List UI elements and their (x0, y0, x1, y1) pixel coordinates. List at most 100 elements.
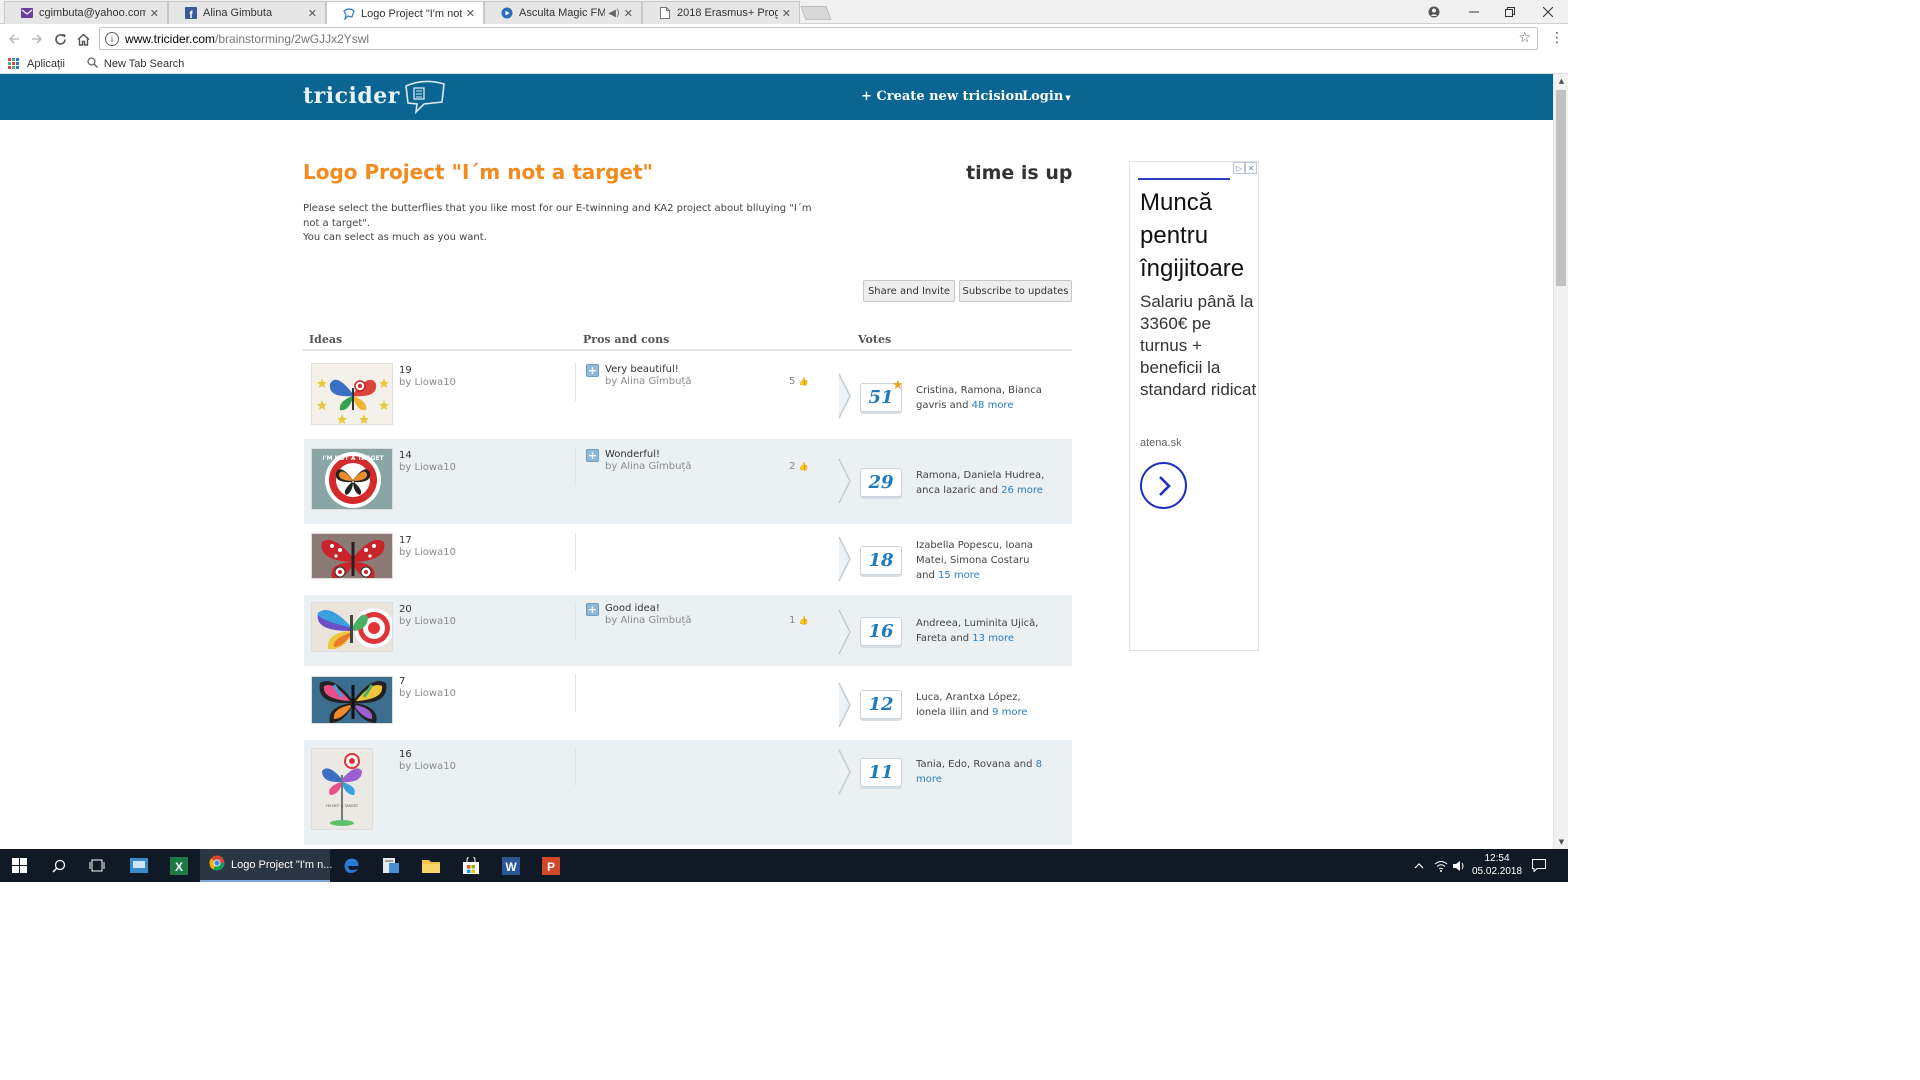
ad-close-icon[interactable]: ✕ (1245, 162, 1257, 174)
file-manager-icon[interactable] (120, 849, 158, 882)
tab-yahoo-mail[interactable]: cgimbuta@yahoo.com - ✕ (4, 1, 168, 24)
idea-author[interactable]: by Liowa10 (399, 761, 456, 772)
pro-author[interactable]: by Alina Gîmbuță (605, 376, 692, 387)
tab-facebook[interactable]: f Alina Gimbuta ✕ (168, 1, 326, 24)
close-icon[interactable]: ✕ (782, 7, 791, 20)
ad-body[interactable]: Salariu până la 3360€ pe turnus + benefi… (1140, 291, 1258, 401)
more-voters-link[interactable]: 13 more (972, 633, 1014, 644)
more-voters-link[interactable]: 15 more (938, 570, 980, 581)
share-invite-button[interactable]: Share and Invite (863, 280, 955, 302)
close-window-icon[interactable] (1528, 2, 1568, 22)
idea-thumbnail[interactable] (311, 363, 393, 425)
powerpoint-icon[interactable]: P (532, 849, 570, 882)
speaker-icon[interactable] (1452, 849, 1468, 882)
pro-author[interactable]: by Alina Gîmbuță (605, 615, 692, 626)
new-tab-button[interactable] (800, 6, 832, 20)
home-icon[interactable] (73, 29, 93, 49)
idea-author[interactable]: by Liowa10 (399, 462, 456, 473)
tricider-logo[interactable]: tricider (303, 80, 446, 115)
more-voters-link[interactable]: 48 more (972, 400, 1014, 411)
forward-arrow-icon[interactable] (27, 29, 47, 49)
vote-count-button[interactable]: 18 (860, 546, 902, 575)
back-arrow-icon[interactable] (4, 29, 24, 49)
pro-like-count[interactable]: 5 👍 (789, 376, 809, 387)
folder-icon[interactable] (412, 849, 450, 882)
scroll-up-arrow-icon[interactable]: ▲ (1554, 74, 1569, 88)
tab-magic-fm[interactable]: Asculta Magic FM ON ◀) ✕ (484, 1, 642, 24)
chevron-right-icon[interactable] (1140, 462, 1187, 509)
address-bar[interactable]: i www.tricider.com/brainstorming/2wGJJx2… (99, 27, 1538, 50)
idea-thumbnail[interactable]: I'M NOT A TARGET (311, 448, 393, 510)
browser-menu-icon[interactable]: ⋮ (1550, 29, 1564, 47)
close-icon[interactable]: ✕ (308, 7, 317, 20)
pro-author[interactable]: by Alina Gîmbuță (605, 461, 692, 472)
scroll-down-arrow-icon[interactable]: ▼ (1554, 835, 1569, 849)
profile-icon[interactable] (1414, 2, 1454, 22)
idea-author[interactable]: by Liowa10 (399, 616, 456, 627)
close-icon[interactable]: ✕ (624, 7, 633, 20)
windows-start-icon[interactable] (0, 849, 38, 882)
pro-like-count[interactable]: 1 👍 (789, 615, 809, 626)
login-menu[interactable]: Login ▼ (1022, 89, 1071, 104)
create-tricision-link[interactable]: + Create new tricision (861, 89, 1024, 104)
ad-headline[interactable]: Muncă pentru îngijitoare (1140, 186, 1258, 285)
idea-author[interactable]: by Liowa10 (399, 688, 456, 699)
more-voters-link[interactable]: 26 more (1001, 485, 1043, 496)
tasks-app-icon[interactable] (372, 849, 410, 882)
idea-number[interactable]: 14 (399, 450, 412, 461)
wifi-icon[interactable] (1434, 849, 1450, 882)
apps-grid-icon (8, 58, 19, 69)
bookmark-new-tab-search[interactable]: New Tab Search (73, 56, 184, 71)
store-icon[interactable] (452, 849, 490, 882)
tab-tricider[interactable]: Logo Project "I'm not a t ✕ (326, 1, 484, 25)
taskbar-chrome-window[interactable]: Logo Project "I'm n... (200, 849, 332, 882)
idea-author[interactable]: by Liowa10 (399, 547, 456, 558)
idea-author[interactable]: by Liowa10 (399, 377, 456, 388)
reload-icon[interactable] (50, 29, 70, 49)
idea-thumbnail[interactable] (311, 602, 393, 652)
ad-choices[interactable]: ▷ ✕ (1233, 162, 1257, 174)
advertisement[interactable]: ▷ ✕ Muncă pentru îngijitoare Salariu pân… (1129, 161, 1259, 651)
tab-erasmus[interactable]: 2018 Erasmus+ Program ✕ (642, 1, 800, 24)
close-icon[interactable]: ✕ (150, 7, 159, 20)
task-view-icon[interactable] (78, 849, 116, 882)
vote-count-button[interactable]: 16 (860, 617, 902, 646)
ad-info-icon[interactable]: ▷ (1233, 162, 1245, 174)
idea-thumbnail[interactable] (311, 533, 393, 579)
vote-count-button[interactable]: 12 (860, 690, 902, 719)
idea-number[interactable]: 20 (399, 604, 412, 615)
word-icon[interactable]: W (492, 849, 530, 882)
idea-number[interactable]: 19 (399, 365, 412, 376)
caret-down-icon: ▼ (1065, 93, 1071, 102)
column-header-pros: Pros and cons (583, 333, 670, 346)
idea-number[interactable]: 7 (399, 676, 405, 687)
idea-thumbnail[interactable]: I'M NOT A TARGET (311, 748, 373, 830)
bookmark-star-icon[interactable]: ☆ (1518, 30, 1531, 46)
more-voters-link[interactable]: 9 more (992, 707, 1027, 718)
taskbar-clock[interactable]: 12:54 05.02.2018 (1472, 852, 1522, 878)
scroll-thumb[interactable] (1556, 90, 1566, 286)
excel-icon[interactable]: X (160, 849, 198, 882)
idea-number[interactable]: 16 (399, 749, 412, 760)
ad-source[interactable]: atena.sk (1140, 437, 1182, 449)
edge-icon[interactable] (332, 849, 370, 882)
minimize-icon[interactable] (1454, 2, 1494, 22)
vote-count-button[interactable]: 11 (860, 758, 902, 787)
speaker-icon[interactable]: ◀) (608, 8, 620, 19)
subscribe-button[interactable]: Subscribe to updates (959, 280, 1072, 302)
idea-number[interactable]: 17 (399, 535, 412, 546)
vote-count-button[interactable]: 29 (860, 468, 902, 497)
idea-row: 19 by Liowa10 + Very beautiful! by Alina… (304, 353, 1072, 439)
page-scrollbar[interactable]: ▲ ▼ (1553, 74, 1568, 849)
restore-icon[interactable] (1490, 2, 1530, 22)
close-icon[interactable]: ✕ (466, 7, 475, 20)
pro-like-count[interactable]: 2 👍 (789, 461, 809, 472)
idea-thumbnail[interactable] (311, 676, 393, 724)
tray-chevron-up-icon[interactable] (1414, 849, 1428, 882)
page-description: Please select the butterflies that you l… (303, 203, 812, 243)
svg-text:P: P (547, 860, 555, 874)
search-icon[interactable] (40, 849, 78, 882)
info-icon[interactable]: i (105, 31, 119, 46)
bookmark-apps[interactable]: Aplicații (8, 58, 65, 70)
notifications-icon[interactable] (1532, 849, 1552, 882)
